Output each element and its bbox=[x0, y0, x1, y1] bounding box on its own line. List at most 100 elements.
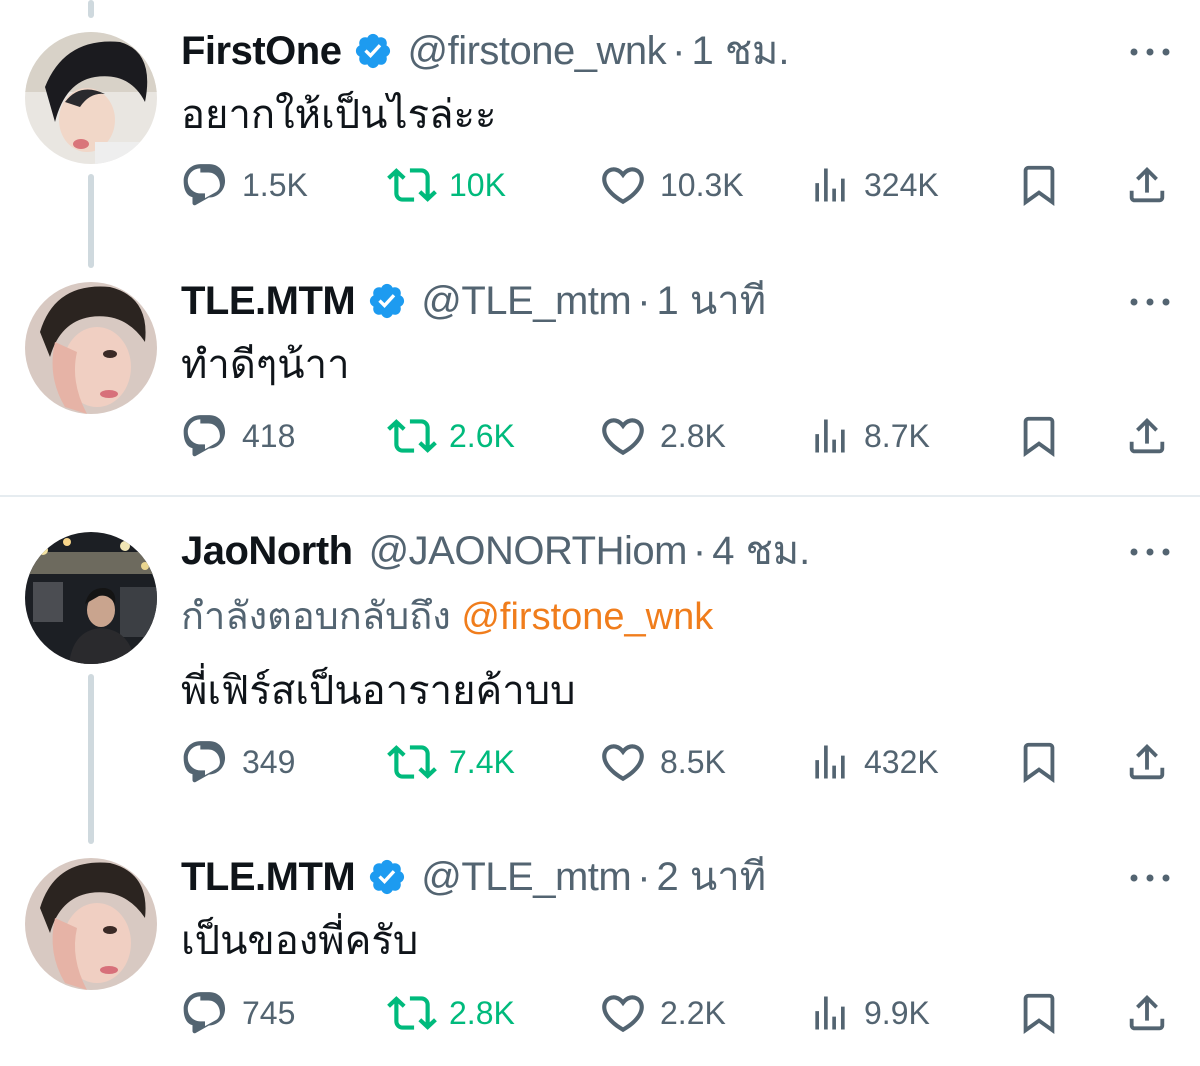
avatar[interactable] bbox=[25, 532, 157, 664]
retweet-icon bbox=[387, 411, 437, 461]
reply-button[interactable]: 349 bbox=[180, 737, 295, 787]
more-icon[interactable] bbox=[1128, 866, 1172, 890]
share-icon bbox=[1124, 160, 1170, 210]
retweet-icon bbox=[387, 737, 437, 787]
action-bar: 1.5K 10K 10.3K 324K bbox=[180, 160, 1180, 210]
reply-button[interactable]: 418 bbox=[180, 411, 295, 461]
bookmark-button[interactable] bbox=[1016, 411, 1062, 461]
heart-icon bbox=[598, 988, 648, 1038]
more-icon[interactable] bbox=[1128, 40, 1172, 64]
thread-line-top bbox=[88, 0, 94, 18]
display-name[interactable]: FirstOne bbox=[181, 26, 342, 76]
like-count: 2.2K bbox=[660, 994, 726, 1031]
display-name[interactable]: TLE.MTM bbox=[181, 276, 356, 326]
action-bar: 745 2.8K 2.2K 9.9K bbox=[180, 988, 1180, 1038]
thread-divider bbox=[0, 495, 1200, 497]
bookmark-button[interactable] bbox=[1016, 160, 1062, 210]
bookmark-icon bbox=[1016, 737, 1062, 787]
views-icon bbox=[808, 411, 852, 461]
like-button[interactable]: 2.2K bbox=[598, 988, 726, 1038]
views-icon bbox=[808, 160, 852, 210]
mention-link[interactable]: @firstone_wnk bbox=[461, 596, 713, 638]
share-icon bbox=[1124, 988, 1170, 1038]
heart-icon bbox=[598, 737, 648, 787]
views-button[interactable]: 432K bbox=[808, 737, 939, 787]
retweet-count: 2.8K bbox=[449, 994, 515, 1031]
verified-badge-icon bbox=[353, 31, 393, 71]
separator-dot: · bbox=[637, 279, 651, 323]
reply-count: 418 bbox=[242, 417, 296, 454]
timestamp[interactable]: 1 นาที bbox=[657, 276, 767, 326]
user-handle[interactable]: @firstone_wnk bbox=[407, 26, 666, 76]
reply-button[interactable]: 1.5K bbox=[180, 160, 308, 210]
share-button[interactable] bbox=[1124, 988, 1170, 1038]
tweet-text: อยากให้เป็นไรล่ะะ bbox=[181, 93, 497, 137]
like-button[interactable]: 2.8K bbox=[598, 411, 726, 461]
views-button[interactable]: 8.7K bbox=[808, 411, 930, 461]
timestamp[interactable]: 2 นาที bbox=[657, 852, 767, 902]
reply-count: 1.5K bbox=[242, 166, 308, 203]
reply-count: 349 bbox=[242, 743, 296, 780]
avatar[interactable] bbox=[25, 858, 157, 990]
user-handle[interactable]: @JAONORTHiom bbox=[369, 526, 688, 576]
avatar[interactable] bbox=[25, 32, 157, 164]
thread-line-1 bbox=[88, 174, 94, 268]
action-bar: 418 2.6K 2.8K 8.7K bbox=[180, 411, 1180, 461]
share-button[interactable] bbox=[1124, 411, 1170, 461]
views-icon bbox=[808, 737, 852, 787]
user-handle[interactable]: @TLE_mtm bbox=[421, 276, 631, 326]
tweet-header: JaoNorth @JAONORTHiom · 4 ชม. bbox=[181, 526, 810, 576]
tweet-text: พี่เฟิร์สเป็นอารายค้าบบ bbox=[181, 669, 576, 713]
like-count: 2.8K bbox=[660, 417, 726, 454]
bookmark-button[interactable] bbox=[1016, 737, 1062, 787]
like-button[interactable]: 10.3K bbox=[598, 160, 744, 210]
action-bar: 349 7.4K 8.5K 432K bbox=[180, 737, 1180, 787]
retweet-button[interactable]: 2.6K bbox=[387, 411, 515, 461]
avatar[interactable] bbox=[25, 282, 157, 414]
like-count: 10.3K bbox=[660, 166, 744, 203]
reply-button[interactable]: 745 bbox=[180, 988, 295, 1038]
verified-badge-icon bbox=[367, 857, 407, 897]
retweet-count: 7.4K bbox=[449, 743, 515, 780]
bookmark-icon bbox=[1016, 411, 1062, 461]
views-button[interactable]: 9.9K bbox=[808, 988, 930, 1038]
heart-icon bbox=[598, 160, 648, 210]
bookmark-icon bbox=[1016, 988, 1062, 1038]
retweet-button[interactable]: 10K bbox=[387, 160, 506, 210]
reply-icon bbox=[180, 411, 230, 461]
like-count: 8.5K bbox=[660, 743, 726, 780]
heart-icon bbox=[598, 411, 648, 461]
share-button[interactable] bbox=[1124, 737, 1170, 787]
timestamp[interactable]: 1 ชม. bbox=[691, 26, 789, 76]
more-icon[interactable] bbox=[1128, 290, 1172, 314]
separator-dot: · bbox=[692, 529, 707, 573]
tweet-text: เป็นของพี่ครับ bbox=[181, 919, 419, 963]
user-handle[interactable]: @TLE_mtm bbox=[421, 852, 631, 902]
separator-dot: · bbox=[637, 855, 651, 899]
display-name[interactable]: JaoNorth bbox=[181, 526, 353, 576]
reply-icon bbox=[180, 988, 230, 1038]
verified-badge-icon bbox=[367, 281, 407, 321]
share-icon bbox=[1124, 737, 1170, 787]
retweet-button[interactable]: 7.4K bbox=[387, 737, 515, 787]
like-button[interactable]: 8.5K bbox=[598, 737, 726, 787]
tweet-text: ทำดีๆน้าา bbox=[181, 343, 350, 387]
retweet-icon bbox=[387, 160, 437, 210]
replying-to-label: กำลังตอบกลับถึง bbox=[181, 596, 451, 638]
retweet-count: 10K bbox=[449, 166, 506, 203]
retweet-button[interactable]: 2.8K bbox=[387, 988, 515, 1038]
tweet-header: TLE.MTM @TLE_mtm · 1 นาที bbox=[181, 276, 766, 326]
thread-line-2 bbox=[88, 674, 94, 844]
display-name[interactable]: TLE.MTM bbox=[181, 852, 356, 902]
replying-to: กำลังตอบกลับถึง @firstone_wnk bbox=[181, 592, 713, 642]
views-button[interactable]: 324K bbox=[808, 160, 939, 210]
timestamp[interactable]: 4 ชม. bbox=[712, 526, 810, 576]
view-count: 9.9K bbox=[864, 994, 930, 1031]
more-icon[interactable] bbox=[1128, 540, 1172, 564]
bookmark-icon bbox=[1016, 160, 1062, 210]
bookmark-button[interactable] bbox=[1016, 988, 1062, 1038]
share-button[interactable] bbox=[1124, 160, 1170, 210]
retweet-count: 2.6K bbox=[449, 417, 515, 454]
view-count: 432K bbox=[864, 743, 939, 780]
tweet-header: FirstOne @firstone_wnk · 1 ชม. bbox=[181, 26, 789, 76]
